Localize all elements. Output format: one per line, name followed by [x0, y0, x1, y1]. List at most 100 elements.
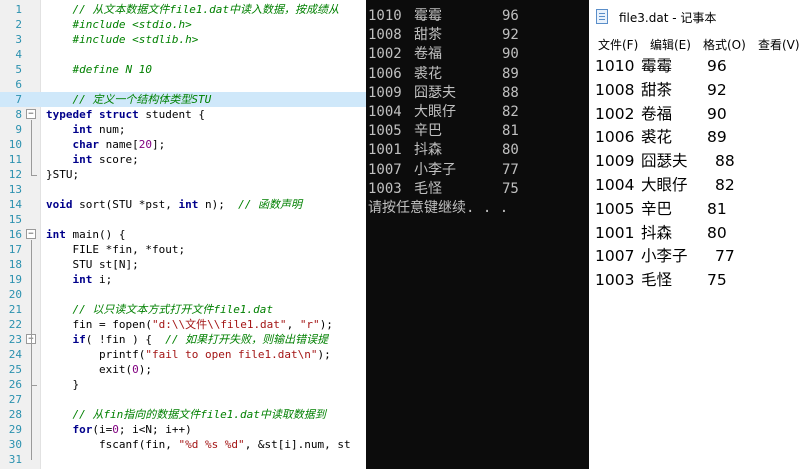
code-line[interactable]: 29 for(i=0; i<N; i++)	[0, 422, 366, 437]
line-number: 5	[15, 63, 22, 76]
console-row: 1007 小李子 77	[368, 161, 588, 179]
code-line[interactable]: 5 #define N 10	[0, 62, 366, 77]
code-token: "r"	[299, 318, 320, 331]
menu-file[interactable]: 文件(F)	[598, 36, 638, 53]
code-text: }STU;	[46, 167, 79, 182]
code-line[interactable]: 31	[0, 452, 366, 467]
console-num: 1010	[368, 8, 402, 24]
code-token: int	[46, 228, 73, 241]
console-name: 囧瑟夫	[414, 84, 456, 101]
code-line[interactable]: 2 #include <stdio.h>	[0, 17, 366, 32]
code-text: int main() {	[46, 227, 125, 242]
code-line[interactable]: 13	[0, 182, 366, 197]
notepad-num: 1004	[595, 176, 635, 194]
code-token: FILE *fin, *fout;	[46, 243, 186, 256]
code-line[interactable]: 18 STU st[N];	[0, 257, 366, 272]
code-token: , &st[i].num, st	[244, 438, 351, 451]
code-token: int	[46, 123, 99, 136]
line-number: 7	[15, 93, 22, 106]
line-number: 26	[8, 378, 22, 391]
notepad-name: 霉霉	[641, 57, 673, 75]
code-line[interactable]: 8− typedef struct student {	[0, 107, 366, 122]
code-line[interactable]: 3 #include <stdlib.h>	[0, 32, 366, 47]
console-name: 辛巴	[414, 123, 442, 140]
notepad-title: file3.dat - 记事本	[619, 11, 717, 25]
code-line[interactable]: 27	[0, 392, 366, 407]
code-text: printf("fail to open file1.dat\n");	[46, 347, 331, 362]
console-num: 1007	[368, 161, 402, 178]
console-score: 96	[502, 8, 519, 24]
code-line[interactable]: 16− int main() {	[0, 227, 366, 242]
code-line[interactable]: 20	[0, 287, 366, 302]
code-line[interactable]: 7 // 定义一个结构体类型STU	[0, 92, 366, 107]
console-num: 1001	[368, 142, 402, 159]
code-token: );	[319, 318, 333, 331]
notepad-name: 毛怪	[641, 271, 673, 290]
console-name: 小李子	[414, 161, 456, 178]
code-line[interactable]: 11 int score;	[0, 152, 366, 167]
code-line[interactable]: 25 exit(0);	[0, 362, 366, 377]
line-number: 23	[8, 333, 22, 346]
code-line[interactable]: 12}STU;	[0, 167, 366, 182]
console-score: 89	[502, 65, 519, 82]
code-line[interactable]: 17 FILE *fin, *fout;	[0, 242, 366, 257]
console-score: 80	[502, 142, 519, 159]
code-line[interactable]: 6	[0, 77, 366, 92]
notepad-name: 大眼仔	[641, 176, 688, 194]
console-window[interactable]: 1010 霉霉 96 1008 甜茶 92 1002 卷福 90 1006 裘花 89 1009 囧瑟夫 8…	[366, 0, 589, 469]
code-line[interactable]: 14 void sort(STU *pst, int n); // 函数声明	[0, 197, 366, 212]
notepad-title-bar[interactable]: file3.dat - 记事本	[589, 0, 800, 33]
code-line[interactable]: 22 fin = fopen("d:\\文件\\file1.dat", "r")…	[0, 317, 366, 332]
code-token: void	[46, 198, 80, 211]
code-line[interactable]: 10 char name[20];	[0, 137, 366, 152]
code-text: #include <stdio.h>	[46, 17, 191, 32]
code-line[interactable]: 4	[0, 47, 366, 62]
code-text: #define N 10	[46, 62, 151, 77]
notepad-window[interactable]: file3.dat - 记事本 文件(F) 编辑(E) 格式(O) 查看(V) …	[589, 0, 800, 469]
notepad-num: 1003	[595, 271, 635, 290]
menu-view[interactable]: 查看(V)	[758, 36, 800, 53]
console-num: 1008	[368, 27, 402, 44]
line-number: 25	[8, 363, 22, 376]
code-line[interactable]: 15	[0, 212, 366, 227]
code-token: "fail to open file1.dat\n"	[145, 348, 318, 361]
code-text: FILE *fin, *fout;	[46, 242, 185, 257]
console-name: 霉霉	[414, 8, 442, 24]
notepad-text-area[interactable]: 1010 霉霉 96 1008 甜茶 92 1002 卷福 90 1006 裘花 89 1009 囧瑟夫 8…	[589, 54, 800, 469]
code-line[interactable]: 19 int i;	[0, 272, 366, 287]
code-text: // 从文本数据文件file1.dat中读入数据，按成绩从	[46, 2, 338, 17]
code-line[interactable]: 9 int num;	[0, 122, 366, 137]
code-token: if	[46, 333, 86, 346]
line-number: 9	[15, 123, 22, 136]
code-line[interactable]: 21 // 以只读文本方式打开文件file1.dat	[0, 302, 366, 317]
fold-toggle-icon[interactable]: −	[26, 109, 36, 119]
line-number: 19	[8, 273, 22, 286]
console-name: 大眼仔	[414, 104, 456, 120]
notepad-name: 甜茶	[641, 80, 673, 99]
code-line[interactable]: 28 // 从fin指向的数据文件file1.dat中读取数据到	[0, 407, 366, 422]
code-line[interactable]: 1 // 从文本数据文件file1.dat中读入数据，按成绩从	[0, 2, 366, 17]
code-line[interactable]: 26 }	[0, 377, 366, 392]
fold-guide	[31, 345, 32, 385]
code-text: if( !fin ) { // 如果打开失败，则输出错误提	[46, 332, 328, 347]
menu-format[interactable]: 格式(O)	[703, 36, 746, 53]
console-prompt: 请按任意键继续. . .	[368, 200, 509, 216]
code-editor[interactable]: 1 // 从文本数据文件file1.dat中读入数据，按成绩从 2 #includ…	[0, 0, 366, 469]
notepad-num: 1002	[595, 104, 635, 123]
code-token: );	[317, 348, 331, 361]
console-row: 1010 霉霉 96	[368, 7, 588, 25]
fold-toggle-icon[interactable]: −	[26, 229, 36, 239]
console-row: 1006 裘花 89	[368, 65, 588, 83]
line-number: 30	[8, 438, 22, 451]
menu-edit[interactable]: 编辑(E)	[650, 36, 691, 53]
code-token: score;	[98, 153, 139, 166]
code-token: "d:\\文件\\file1.dat"	[151, 318, 287, 331]
code-line[interactable]: 23− if( !fin ) { // 如果打开失败，则输出错误提	[0, 332, 366, 347]
code-line[interactable]: 24 printf("fail to open file1.dat\n");	[0, 347, 366, 362]
line-number: 3	[15, 33, 22, 46]
notepad-score: 80	[707, 223, 727, 242]
notepad-name: 小李子	[641, 247, 688, 266]
line-number: 14	[8, 198, 22, 211]
notepad-line: 1010 霉霉 96	[595, 54, 795, 78]
code-line[interactable]: 30 fscanf(fin, "%d %s %d", &st[i].num, s…	[0, 437, 366, 452]
